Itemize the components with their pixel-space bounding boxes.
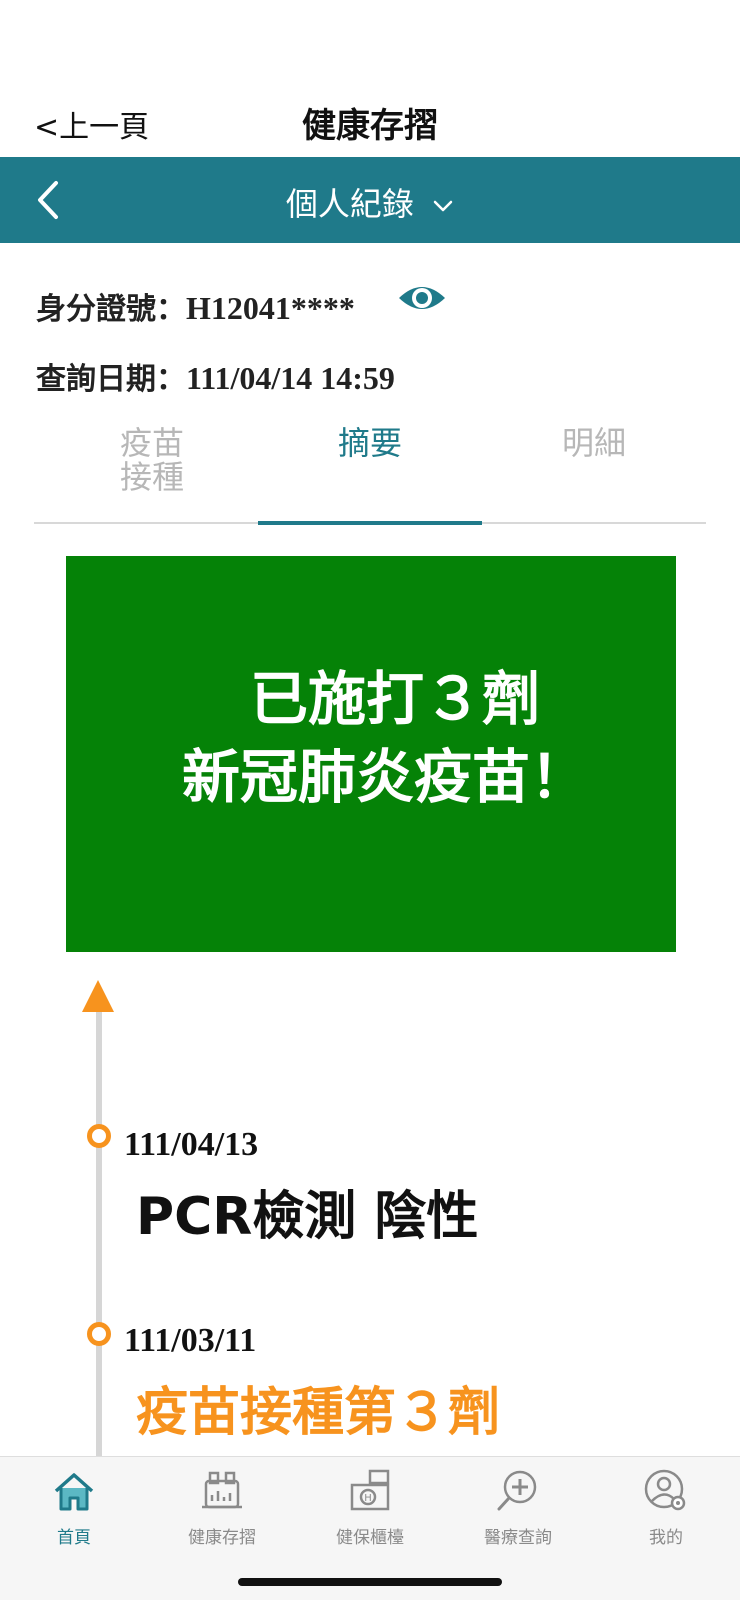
id-number-label: 身分證號：: [36, 292, 186, 327]
query-date-value: 111/04/14 14:59: [186, 360, 395, 396]
tabbar-home-label: 首頁: [57, 1528, 91, 1548]
tab-vaccination-label: 疫苗接種: [119, 424, 184, 496]
record-tabs: 疫苗接種 摘要 明細: [34, 420, 706, 525]
tab-details[interactable]: 明細: [482, 420, 706, 522]
home-icon: [54, 1473, 94, 1511]
tabbar-medical-search-label: 醫療查詢: [484, 1528, 552, 1548]
timeline-dot: [87, 1124, 111, 1148]
page-title: 健康存摺: [302, 106, 438, 146]
record-type-label: 個人紀錄: [285, 185, 414, 223]
banner-line-2: 新冠肺炎疫苗！: [181, 743, 588, 811]
timeline-arrow-icon: [82, 980, 114, 1012]
timeline-event: 疫苗接種第３劑: [136, 1383, 501, 1443]
timeline-date: 111/03/11: [124, 1322, 257, 1359]
medical-search-icon: [497, 1470, 537, 1511]
vaccination-status-banner: 已施打３劑 新冠肺炎疫苗！: [66, 556, 676, 952]
banner-line-1: 已施打３劑: [249, 665, 540, 733]
tab-summary[interactable]: 摘要: [258, 420, 482, 522]
home-indicator[interactable]: [238, 1578, 502, 1586]
query-date-row: 查詢日期：111/04/14 14:59: [36, 354, 395, 398]
active-tab-indicator: [258, 521, 482, 525]
tabbar-item-health-passbook[interactable]: 健康存摺: [148, 1467, 296, 1567]
section-header-bar: 個人紀錄: [0, 157, 740, 243]
timeline-line: [96, 1010, 102, 1460]
timeline-event: PCR檢測 陰性: [136, 1187, 479, 1247]
svg-text:H: H: [364, 1493, 372, 1504]
tabbar-item-medical-search[interactable]: 醫療查詢: [444, 1467, 592, 1567]
top-navigation: <上一頁 健康存摺: [0, 80, 740, 156]
tabbar-item-home[interactable]: 首頁: [0, 1467, 148, 1567]
tab-summary-label: 摘要: [337, 424, 402, 462]
tabbar-item-profile[interactable]: 我的: [592, 1467, 740, 1567]
timeline-dot: [87, 1322, 111, 1346]
query-date-label: 查詢日期：: [36, 362, 186, 397]
id-number-row: 身分證號：H12041****: [36, 284, 355, 328]
tabbar-health-passbook-label: 健康存摺: [188, 1528, 256, 1548]
tabbar-item-insurance-counter[interactable]: H 健保櫃檯: [296, 1467, 444, 1567]
timeline-date: 111/04/13: [124, 1126, 259, 1163]
tab-details-label: 明細: [561, 424, 626, 462]
profile-settings-icon: [644, 1469, 686, 1511]
id-number-value: H12041****: [186, 290, 355, 326]
tabbar-profile-label: 我的: [649, 1528, 683, 1548]
insurance-counter-icon: H: [350, 1469, 390, 1511]
tabbar-insurance-counter-label: 健保櫃檯: [336, 1528, 404, 1548]
tab-vaccination[interactable]: 疫苗接種: [34, 420, 258, 522]
chevron-down-icon: [433, 200, 453, 212]
record-type-dropdown[interactable]: 個人紀錄: [0, 179, 740, 225]
health-passbook-icon: [202, 1471, 242, 1509]
eye-icon[interactable]: [396, 278, 448, 318]
